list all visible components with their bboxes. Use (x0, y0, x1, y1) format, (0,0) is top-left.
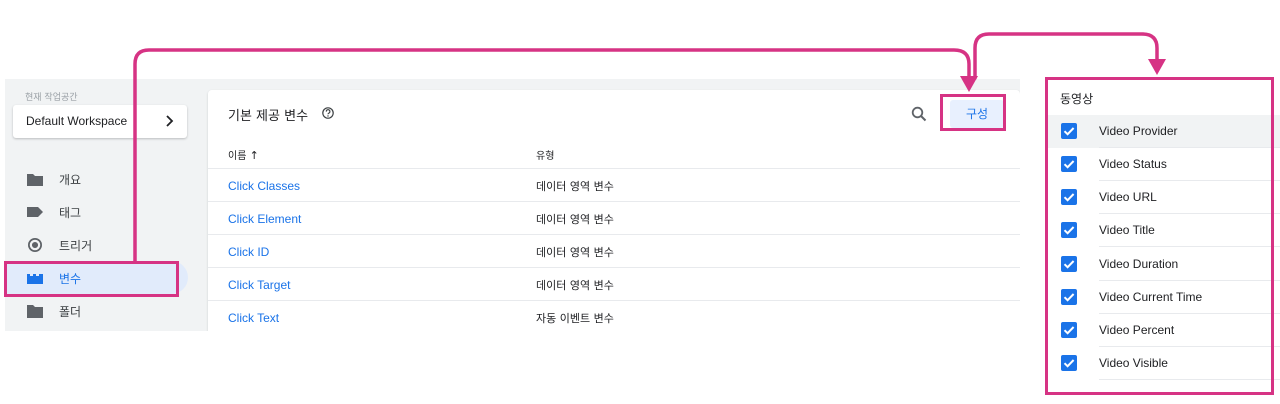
sort-ascending-icon: ↑ (249, 149, 259, 162)
variable-name-link[interactable]: Click Target (228, 278, 290, 292)
table-row[interactable]: Click Target 데이터 영역 변수 (208, 267, 1020, 301)
chevron-right-icon (166, 115, 174, 127)
workspace-selector[interactable]: Default Workspace (13, 105, 187, 138)
search-icon[interactable] (911, 106, 927, 122)
variable-name-link[interactable]: Click ID (228, 245, 269, 259)
variable-type: 데이터 영역 변수 (536, 279, 614, 292)
variable-type: 데이터 영역 변수 (536, 180, 614, 193)
table-row[interactable]: Click Element 데이터 영역 변수 (208, 201, 1020, 235)
workspace-name: Default Workspace (26, 114, 128, 128)
table-row[interactable]: Click Text 자동 이벤트 변수 (208, 300, 1020, 331)
nav-item-overview[interactable]: 개요 (5, 162, 188, 195)
variable-type: 데이터 영역 변수 (536, 246, 614, 259)
variable-type: 데이터 영역 변수 (536, 213, 614, 226)
overview-folder-icon (27, 174, 43, 186)
variable-name-link[interactable]: Click Element (228, 212, 301, 226)
nav-item-tags[interactable]: 태그 (5, 195, 188, 228)
column-header-type: 유형 (536, 151, 555, 162)
highlight-box-configure (940, 94, 1006, 131)
builtin-variables-card: 기본 제공 변수 구성 이름 ↑ 유형 Click Classes 데이터 영역… (208, 90, 1020, 331)
column-header-name-label: 이름 (228, 151, 247, 162)
nav-item-triggers[interactable]: 트리거 (5, 228, 188, 261)
table-row[interactable]: Click ID 데이터 영역 변수 (208, 234, 1020, 268)
variable-name-link[interactable]: Click Classes (228, 179, 300, 193)
nav-item-label: 트리거 (59, 239, 93, 253)
arrow-configure-to-video (973, 32, 1159, 80)
variable-type: 자동 이벤트 변수 (536, 312, 614, 325)
card-title: 기본 제공 변수 (228, 109, 309, 124)
highlight-box-variables (4, 261, 179, 297)
folder-icon (27, 305, 43, 318)
tag-icon (27, 207, 43, 217)
variable-name-link[interactable]: Click Text (228, 311, 279, 325)
nav-item-folders[interactable]: 폴더 (5, 294, 188, 327)
highlight-box-video-panel (1045, 77, 1274, 395)
arrowhead-video (1148, 59, 1166, 75)
column-header-name[interactable]: 이름 ↑ (228, 147, 259, 162)
trigger-icon (28, 238, 42, 252)
help-circle-icon[interactable] (322, 107, 334, 119)
table-row[interactable]: Click Classes 데이터 영역 변수 (208, 168, 1020, 202)
nav-item-label: 개요 (59, 173, 82, 187)
nav-item-label: 태그 (59, 206, 82, 220)
nav-item-label: 폴더 (59, 305, 82, 319)
workspace-label: 현재 작업공간 (25, 93, 78, 103)
